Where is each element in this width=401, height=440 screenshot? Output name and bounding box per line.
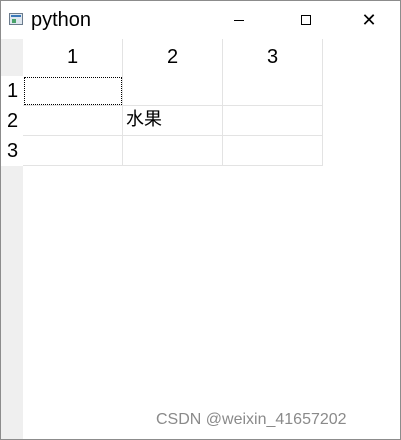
close-button[interactable]: ✕ bbox=[346, 1, 392, 39]
column-header-1[interactable]: 1 bbox=[23, 39, 123, 76]
table-cell-r3-c1[interactable] bbox=[23, 136, 123, 166]
column-header-2[interactable]: 2 bbox=[123, 39, 223, 76]
table-cell-r2-c3[interactable] bbox=[223, 106, 323, 136]
title-bar[interactable]: python ✕ bbox=[1, 1, 400, 39]
row-header-3[interactable]: 3 bbox=[1, 136, 23, 166]
maximize-button[interactable] bbox=[283, 1, 329, 39]
close-icon: ✕ bbox=[361, 10, 377, 30]
column-header-3[interactable]: 3 bbox=[223, 39, 323, 76]
table-cell-r3-c3[interactable] bbox=[223, 136, 323, 166]
table-cell-r1-c1[interactable] bbox=[23, 76, 123, 106]
minimize-button[interactable] bbox=[216, 1, 262, 39]
table-cell-r1-c2[interactable] bbox=[123, 76, 223, 106]
maximize-icon bbox=[301, 15, 311, 25]
watermark-text: CSDN @weixin_41657202 bbox=[156, 411, 347, 428]
table-cell-r3-c2[interactable] bbox=[123, 136, 223, 166]
row-header-2[interactable]: 2 bbox=[1, 106, 23, 136]
table-cell-r2-c1[interactable] bbox=[23, 106, 123, 136]
table-cell-r2-c2[interactable]: 水果 bbox=[123, 106, 223, 136]
app-window: python ✕ 1 2 3 1 2 3 水果 CSDN @weixin_416… bbox=[0, 0, 401, 440]
row-header-1[interactable]: 1 bbox=[1, 76, 23, 106]
minimize-icon bbox=[234, 19, 244, 21]
table-widget[interactable]: 1 2 3 1 2 3 水果 CSDN @weixin_41657202 bbox=[1, 39, 400, 439]
app-window-icon bbox=[9, 13, 23, 25]
table-cell-r1-c3[interactable] bbox=[223, 76, 323, 106]
window-title: python bbox=[31, 9, 92, 31]
